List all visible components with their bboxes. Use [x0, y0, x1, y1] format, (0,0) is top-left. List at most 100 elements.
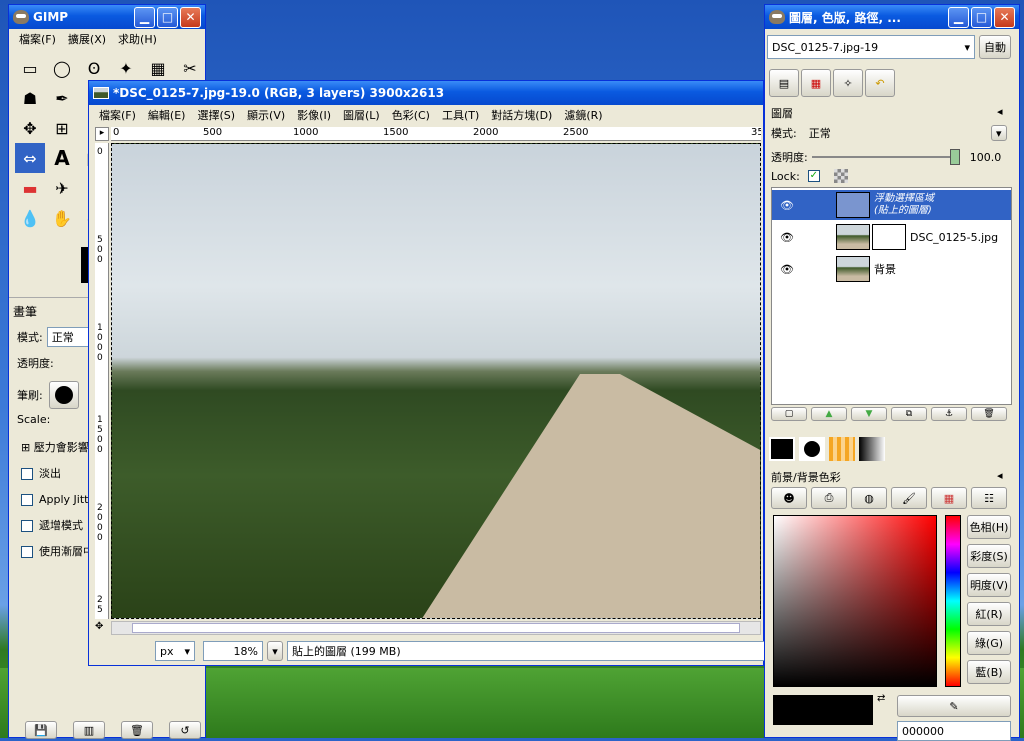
close-button[interactable]: ✕	[180, 6, 201, 28]
hex-field[interactable]: 000000	[897, 721, 1011, 741]
menu-dialogs[interactable]: 對話方塊(D)	[485, 107, 558, 123]
fg-color-tab-icon[interactable]	[769, 437, 795, 461]
chevron-down-icon[interactable]: ▾	[990, 125, 1007, 141]
menu-edit[interactable]: 編輯(E)	[142, 107, 192, 123]
paths-icon[interactable]: ✒	[47, 83, 77, 113]
scissors-icon[interactable]: ✂	[175, 53, 205, 83]
gradient-tab-icon[interactable]	[859, 437, 885, 461]
layer-row-background[interactable]: 👁 背景	[772, 254, 1011, 284]
hue-strip[interactable]	[945, 515, 961, 687]
panel-menu-icon[interactable]: ◂	[997, 105, 1003, 118]
menu-file[interactable]: 檔案(F)	[13, 31, 62, 47]
zoom-dropdown-button[interactable]: ▾	[267, 641, 283, 661]
color-select-icon[interactable]: ▦	[143, 53, 173, 83]
anchor-layer-button[interactable]: ⚓	[931, 407, 967, 421]
menu-image[interactable]: 影像(I)	[291, 107, 337, 123]
hue-button[interactable]: 色相(H)	[967, 515, 1011, 539]
tab-channels-icon[interactable]: ▦	[801, 69, 831, 97]
unit-select[interactable]: px ▾	[155, 641, 195, 661]
slider-handle[interactable]	[949, 149, 960, 165]
wheel-selector-icon[interactable]: ◍	[851, 487, 887, 509]
rect-select-icon[interactable]: ▭	[15, 53, 45, 83]
layer-mode-value[interactable]: 正常	[809, 125, 979, 141]
menu-colors[interactable]: 色彩(C)	[386, 107, 436, 123]
text-icon[interactable]: A	[47, 143, 77, 173]
restore-options-button[interactable]: ▥	[73, 721, 105, 739]
auto-button[interactable]: 自動	[979, 35, 1011, 59]
red-button[interactable]: 紅(R)	[967, 602, 1011, 626]
save-options-button[interactable]: 💾	[25, 721, 57, 739]
color-square[interactable]	[773, 515, 937, 687]
smudge-icon[interactable]: ✋	[47, 203, 77, 233]
minimize-button[interactable]: ▁	[948, 6, 969, 28]
menu-file[interactable]: 檔案(F)	[93, 107, 142, 123]
fuzzy-select-icon[interactable]: ✦	[111, 53, 141, 83]
delete-options-button[interactable]: 🗑	[121, 721, 153, 739]
lock-alpha-checkbox[interactable]: ✓	[807, 170, 820, 182]
tab-undo-icon[interactable]: ↶	[865, 69, 895, 97]
zoom-field[interactable]: 18%	[203, 641, 263, 661]
dock-titlebar[interactable]: 圖層, 色版, 路徑, ... ▁ □ ✕	[765, 5, 1019, 29]
flip-icon[interactable]: ⇔	[15, 143, 45, 173]
gradient-checkbox[interactable]	[21, 546, 33, 558]
navigate-icon[interactable]: ✥	[95, 621, 103, 632]
green-button[interactable]: 綠(G)	[967, 631, 1011, 655]
menu-extensions[interactable]: 擴展(X)	[62, 31, 112, 47]
minimize-button[interactable]: ▁	[134, 6, 155, 28]
eraser-icon[interactable]: ▬	[15, 173, 45, 203]
layer-row-dsc[interactable]: 👁 DSC_0125-5.jpg	[772, 222, 1011, 252]
panel-menu-icon[interactable]: ◂	[997, 469, 1003, 482]
palette-selector-icon[interactable]: ▦	[931, 487, 967, 509]
reset-options-button[interactable]: ↺	[169, 721, 201, 739]
layer-row-floating[interactable]: 👁 浮動選擇區域 (貼上的圖層)	[772, 190, 1011, 220]
airbrush-icon[interactable]: ✈	[47, 173, 77, 203]
ellipse-select-icon[interactable]: ◯	[47, 53, 77, 83]
tab-layers-icon[interactable]: ▤	[769, 69, 799, 97]
foreground-select-icon[interactable]: ☗	[15, 83, 45, 113]
eye-icon[interactable]: 👁	[772, 231, 802, 244]
incremental-checkbox[interactable]	[21, 520, 33, 532]
maximize-button[interactable]: □	[157, 6, 178, 28]
duplicate-layer-button[interactable]: ⧉	[891, 407, 927, 421]
brush-tab-icon[interactable]	[799, 437, 825, 461]
tab-paths-icon[interactable]: ✧	[833, 69, 863, 97]
opacity-slider[interactable]	[811, 149, 960, 165]
swap-colors-icon[interactable]: ⇄	[877, 693, 885, 704]
horizontal-ruler[interactable]: 0 500 1000 1500 2000 2500 35	[111, 127, 761, 141]
brush-preview[interactable]	[48, 381, 79, 409]
move-icon[interactable]: ✥	[15, 113, 45, 143]
toolbox-titlebar[interactable]: GIMP ▁ □ ✕	[9, 5, 205, 29]
fg-color-swatch[interactable]	[773, 695, 873, 725]
cmyk-selector-icon[interactable]: ⎙	[811, 487, 847, 509]
gimp-selector-icon[interactable]: ☻	[771, 487, 807, 509]
align-icon[interactable]: ⊞	[47, 113, 77, 143]
scrollbar-thumb[interactable]	[132, 623, 740, 633]
image-titlebar[interactable]: *DSC_0125-7.jpg-19.0 (RGB, 3 layers) 390…	[89, 81, 763, 105]
scales-selector-icon[interactable]: ☷	[971, 487, 1007, 509]
blur-icon[interactable]: 💧	[15, 203, 45, 233]
eye-icon[interactable]: 👁	[772, 199, 802, 212]
close-button[interactable]: ✕	[994, 6, 1015, 28]
jitter-checkbox[interactable]	[21, 494, 33, 506]
canvas-menu-button[interactable]: ▸	[95, 127, 109, 141]
color-picker-button[interactable]: ✎	[897, 695, 1011, 717]
image-select[interactable]: DSC_0125-7.jpg-19 ▾	[767, 35, 975, 59]
saturation-button[interactable]: 彩度(S)	[967, 544, 1011, 568]
layer-opacity-value[interactable]: 100.0	[970, 151, 1002, 164]
delete-layer-button[interactable]: 🗑	[971, 407, 1007, 421]
maximize-button[interactable]: □	[971, 6, 992, 28]
fade-checkbox[interactable]	[21, 468, 33, 480]
blue-button[interactable]: 藍(B)	[967, 660, 1011, 684]
raise-layer-button[interactable]: ▲	[811, 407, 847, 421]
eye-icon[interactable]: 👁	[772, 263, 802, 276]
menu-layer[interactable]: 圖層(L)	[337, 107, 386, 123]
vertical-ruler[interactable]: 0 5 0 0 1 0 0 0 1 5 0 0 2 0 0 0 2 5	[95, 143, 109, 619]
menu-help[interactable]: 求助(H)	[112, 31, 163, 47]
lasso-icon[interactable]: ʘ	[79, 53, 109, 83]
menu-view[interactable]: 顯示(V)	[241, 107, 291, 123]
image-canvas[interactable]	[111, 143, 761, 619]
pattern-tab-icon[interactable]	[829, 437, 855, 461]
menu-tools[interactable]: 工具(T)	[436, 107, 485, 123]
value-button[interactable]: 明度(V)	[967, 573, 1011, 597]
horizontal-scrollbar[interactable]	[111, 621, 761, 635]
